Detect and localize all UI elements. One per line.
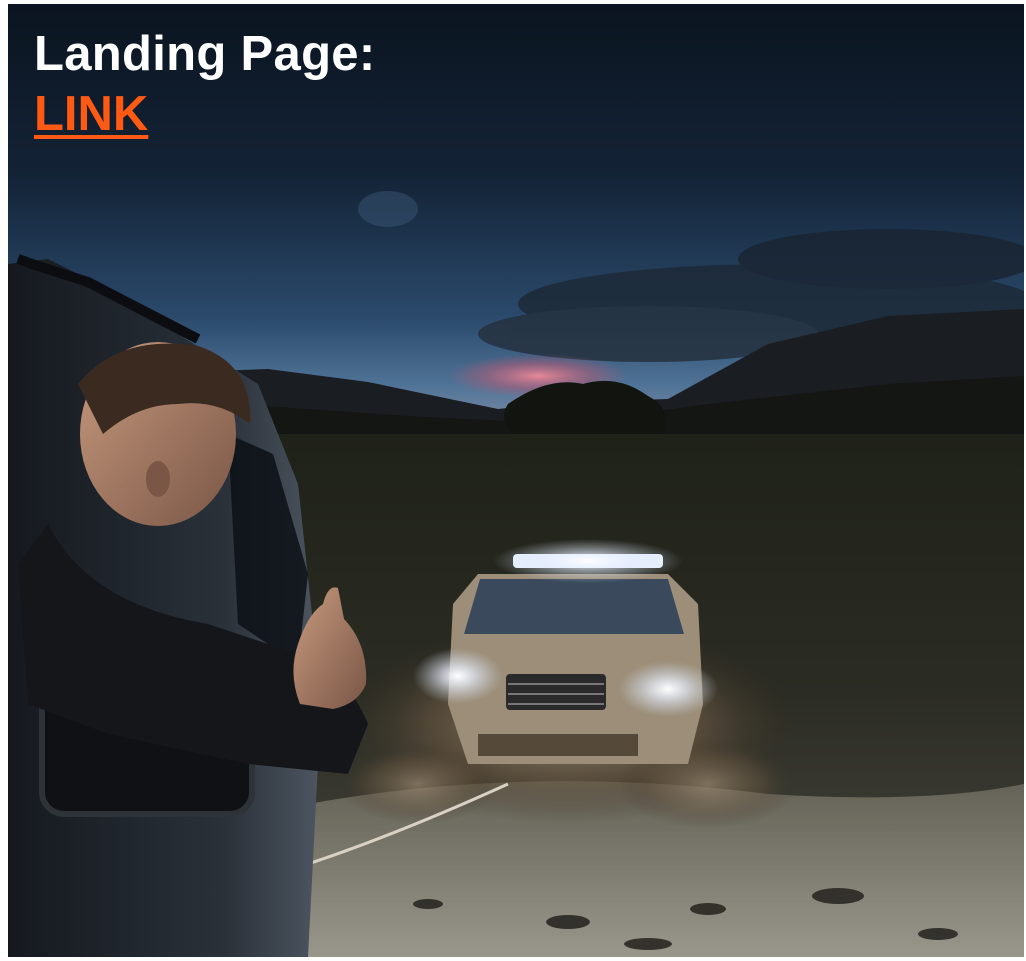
hero-photo: [8, 4, 1024, 957]
hero-image-frame: Landing Page: LINK: [8, 4, 1024, 957]
headlight-left: [413, 648, 503, 704]
landing-page-callout: Landing Page: LINK: [34, 26, 375, 142]
landing-page-title: Landing Page:: [34, 27, 376, 81]
landing-page-link[interactable]: LINK: [34, 86, 148, 142]
headlight-right: [618, 661, 718, 717]
